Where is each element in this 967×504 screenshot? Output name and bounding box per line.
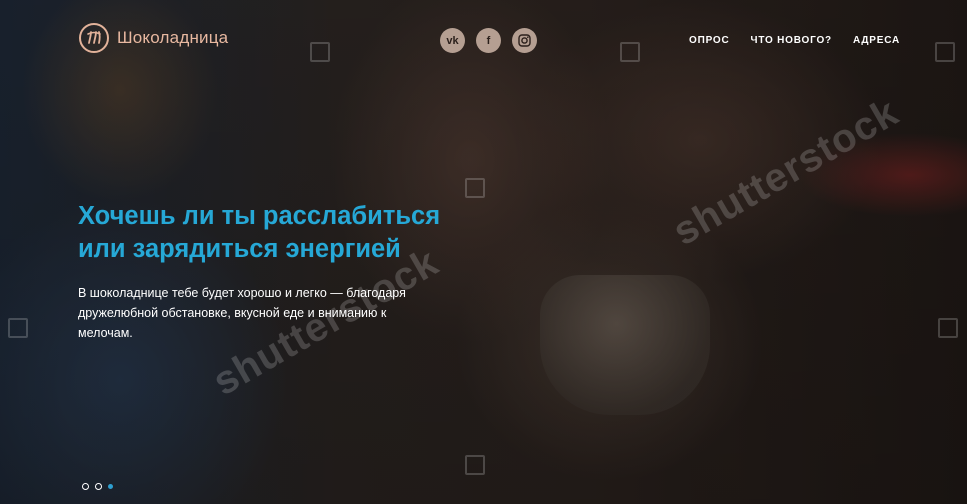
watermark-mark-icon (620, 42, 640, 62)
vk-icon[interactable]: vk (440, 28, 465, 53)
social-links: vk f (440, 28, 537, 53)
slider-dot[interactable] (95, 483, 102, 490)
watermark-mark-icon (465, 178, 485, 198)
watermark-mark-icon (310, 42, 330, 62)
watermark-mark-icon (935, 42, 955, 62)
chocolate-logo-icon (79, 23, 109, 53)
hero-headline-line-1: Хочешь ли ты расслабиться (78, 202, 441, 230)
watermark-mark-icon (465, 455, 485, 475)
hero-headline: Хочешь ли ты расслабиться или зарядиться… (78, 200, 440, 266)
nav-item-whats-new[interactable]: ЧТО НОВОГО? (751, 35, 832, 46)
hero-description: В шоколаднице тебе будет хорошо и легко … (78, 286, 406, 340)
hero-headline-line-2: или зарядиться энергией (78, 235, 401, 263)
instagram-icon[interactable] (512, 28, 537, 53)
nav-item-survey[interactable]: ОПРОС (689, 35, 730, 46)
watermark-mark-icon (8, 318, 28, 338)
slider-dot-active[interactable] (108, 484, 113, 489)
slider-pagination (82, 483, 113, 490)
slider-dot[interactable] (82, 483, 89, 490)
brand-name: Шоколадница (117, 28, 229, 47)
nav-item-addresses[interactable]: АДРЕСА (853, 35, 900, 46)
brand-logo[interactable]: Шоколадница (79, 23, 228, 53)
watermark-mark-icon (938, 318, 958, 338)
main-nav: ОПРОС ЧТО НОВОГО? АДРЕСА (689, 35, 900, 46)
coffee-cup-image (540, 275, 710, 415)
facebook-icon[interactable]: f (476, 28, 501, 53)
